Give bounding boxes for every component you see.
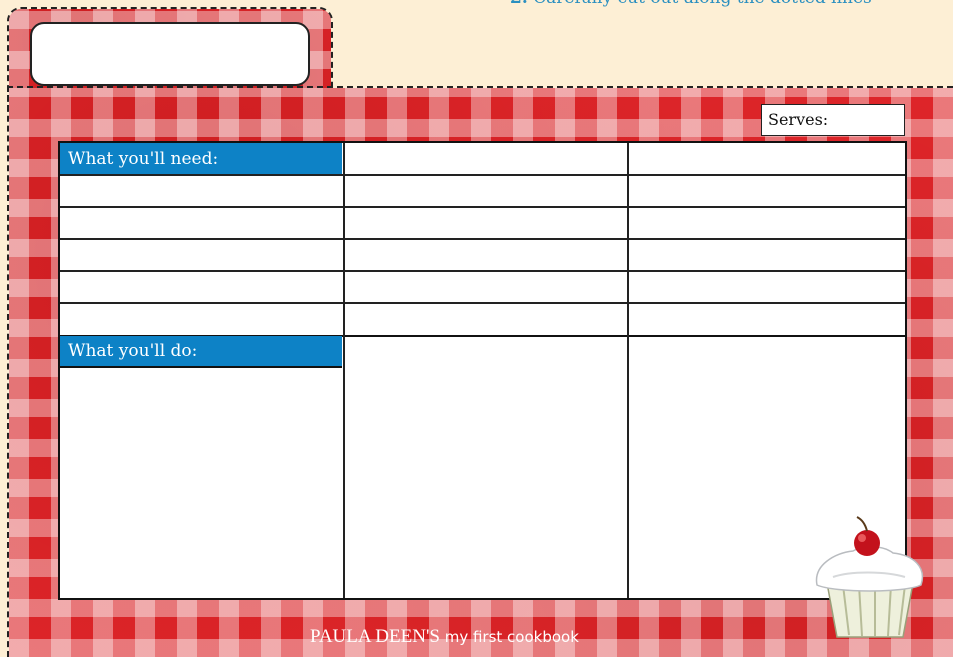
footer-brand: PAULA DEEN'S [310, 626, 440, 647]
column-divider [343, 143, 345, 598]
recipe-title-box[interactable] [30, 22, 310, 86]
recipe-grid [58, 141, 907, 600]
ingredients-label: What you'll need: [60, 143, 342, 174]
row-divider [60, 174, 905, 176]
instruction-step: 2. [510, 0, 528, 8]
row-divider [60, 270, 905, 272]
row-divider [60, 206, 905, 208]
instruction-text: Carefully cut out along the dotted lines [533, 0, 872, 8]
cupcake-icon [815, 516, 924, 638]
footer-subtitle: my first cookbook [444, 628, 579, 646]
column-divider [627, 143, 629, 598]
cut-instruction: 2. Carefully cut out along the dotted li… [510, 0, 950, 8]
footer-branding: PAULA DEEN'S my first cookbook [310, 626, 730, 648]
row-divider [60, 302, 905, 304]
directions-label: What you'll do: [60, 336, 342, 368]
serves-field[interactable]: Serves: [761, 104, 905, 136]
serves-label: Serves: [768, 110, 829, 129]
row-divider [60, 238, 905, 240]
